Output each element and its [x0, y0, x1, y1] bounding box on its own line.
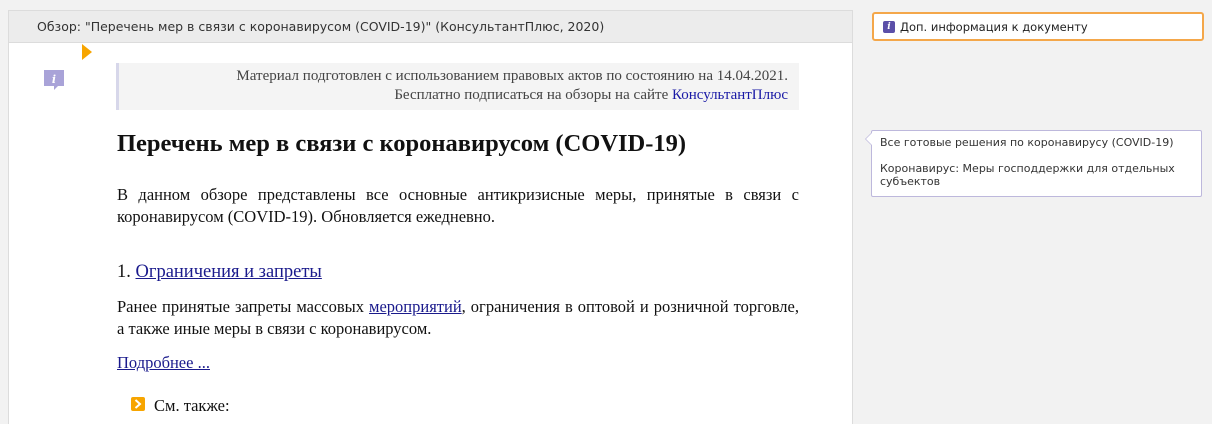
bookmark-marker-icon[interactable] — [82, 44, 92, 60]
related-link-covid-solutions[interactable]: Все готовые решения по коронавирусу (COV… — [880, 136, 1193, 149]
see-also-label: См. также: — [154, 396, 230, 415]
related-link-support-measures[interactable]: Коронавирус: Меры господдержки для отдел… — [880, 162, 1193, 188]
section-desc-before: Ранее принятые запреты массовых — [117, 297, 370, 316]
more-link[interactable]: Подробнее ... — [117, 353, 210, 373]
document-info-button-label: Доп. информация к документу — [900, 19, 1088, 34]
document-info-button[interactable]: i Доп. информация к документу — [872, 12, 1204, 41]
section-description: Ранее принятые запреты массовых мероприя… — [117, 296, 799, 340]
notice-line-1: Материал подготовлен с использованием пр… — [236, 68, 788, 84]
related-links-box: Все готовые решения по коронавирусу (COV… — [865, 130, 1202, 197]
consultant-plus-link[interactable]: КонсультантПлюс — [672, 87, 788, 103]
see-also: См. также: — [131, 396, 230, 416]
lead-paragraph: В данном обзоре представлены все основны… — [117, 185, 799, 226]
notice-line-2: Бесплатно подписаться на обзоры на сайте… — [119, 86, 788, 105]
notice-line-2-text: Бесплатно подписаться на обзоры на сайте — [394, 87, 672, 103]
document-panel: Обзор: "Перечень мер в связи с коронавир… — [8, 10, 853, 424]
svg-text:i: i — [52, 73, 56, 86]
events-link[interactable]: мероприятий — [369, 297, 462, 316]
document-header: Обзор: "Перечень мер в связи с коронавир… — [9, 10, 852, 43]
info-small-icon: i — [883, 20, 895, 33]
chevron-right-icon — [131, 397, 145, 411]
section-heading: 1. Ограничения и запреты — [117, 262, 322, 283]
document-header-title: Обзор: "Перечень мер в связи с коронавир… — [37, 19, 605, 34]
info-icon[interactable]: i — [42, 68, 74, 92]
section-number: 1. — [117, 262, 136, 282]
section-title-link[interactable]: Ограничения и запреты — [136, 262, 322, 282]
document-title: Перечень мер в связи с коронавирусом (CO… — [117, 130, 687, 157]
notice-box: Материал подготовлен с использованием пр… — [116, 63, 799, 110]
